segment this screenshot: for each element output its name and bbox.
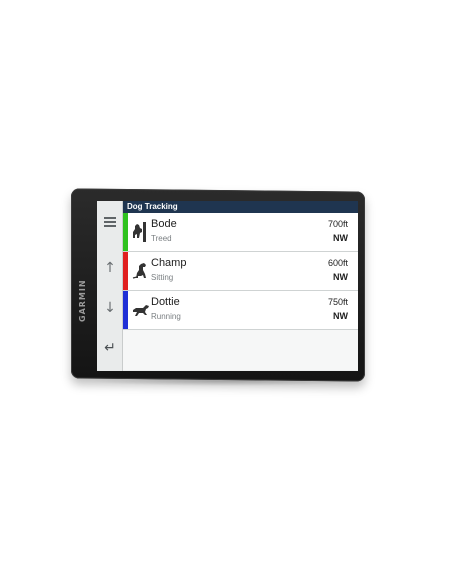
dog-direction: NW [333, 311, 348, 321]
arrow-up-icon[interactable]: ↑ [97, 249, 123, 287]
dog-row-bode[interactable]: Bode Treed 700ft NW [123, 213, 358, 252]
device-screen: ↑ ↓ ↵ Dog Tracking Bode Treed 700ft NW C… [97, 201, 358, 371]
brand-logo: GARMIN [78, 279, 87, 322]
dog-row-dottie[interactable]: Dottie Running 750ft NW [123, 291, 358, 330]
dog-direction: NW [333, 233, 348, 243]
arrow-down-icon[interactable]: ↓ [97, 289, 123, 327]
dog-sitting-icon [132, 263, 146, 279]
dog-distance: 600ft [327, 258, 348, 268]
dog-status: Sitting [151, 273, 174, 282]
empty-list-area [123, 330, 358, 370]
dog-distance: 750ft [327, 297, 348, 307]
screen-title: Dog Tracking [123, 201, 358, 213]
dog-color-stripe [123, 213, 128, 251]
side-toolbar: ↑ ↓ ↵ [97, 201, 123, 371]
dog-treed-icon [133, 222, 146, 242]
dog-status: Treed [151, 234, 172, 243]
dog-color-stripe [123, 252, 128, 290]
dog-running-icon [133, 305, 149, 316]
dog-name: Bode [151, 218, 177, 230]
dog-status: Running [151, 312, 181, 321]
dog-color-stripe [123, 291, 128, 329]
back-icon[interactable]: ↵ [97, 329, 123, 367]
dog-name: Dottie [151, 296, 180, 308]
dog-row-champ[interactable]: Champ Sitting 600ft NW [123, 252, 358, 291]
dog-name: Champ [151, 257, 187, 269]
dog-distance: 700ft [327, 219, 348, 229]
menu-icon[interactable] [97, 203, 123, 241]
dog-direction: NW [333, 272, 348, 282]
dog-list: Bode Treed 700ft NW Champ Sitting 600ft … [123, 213, 358, 370]
